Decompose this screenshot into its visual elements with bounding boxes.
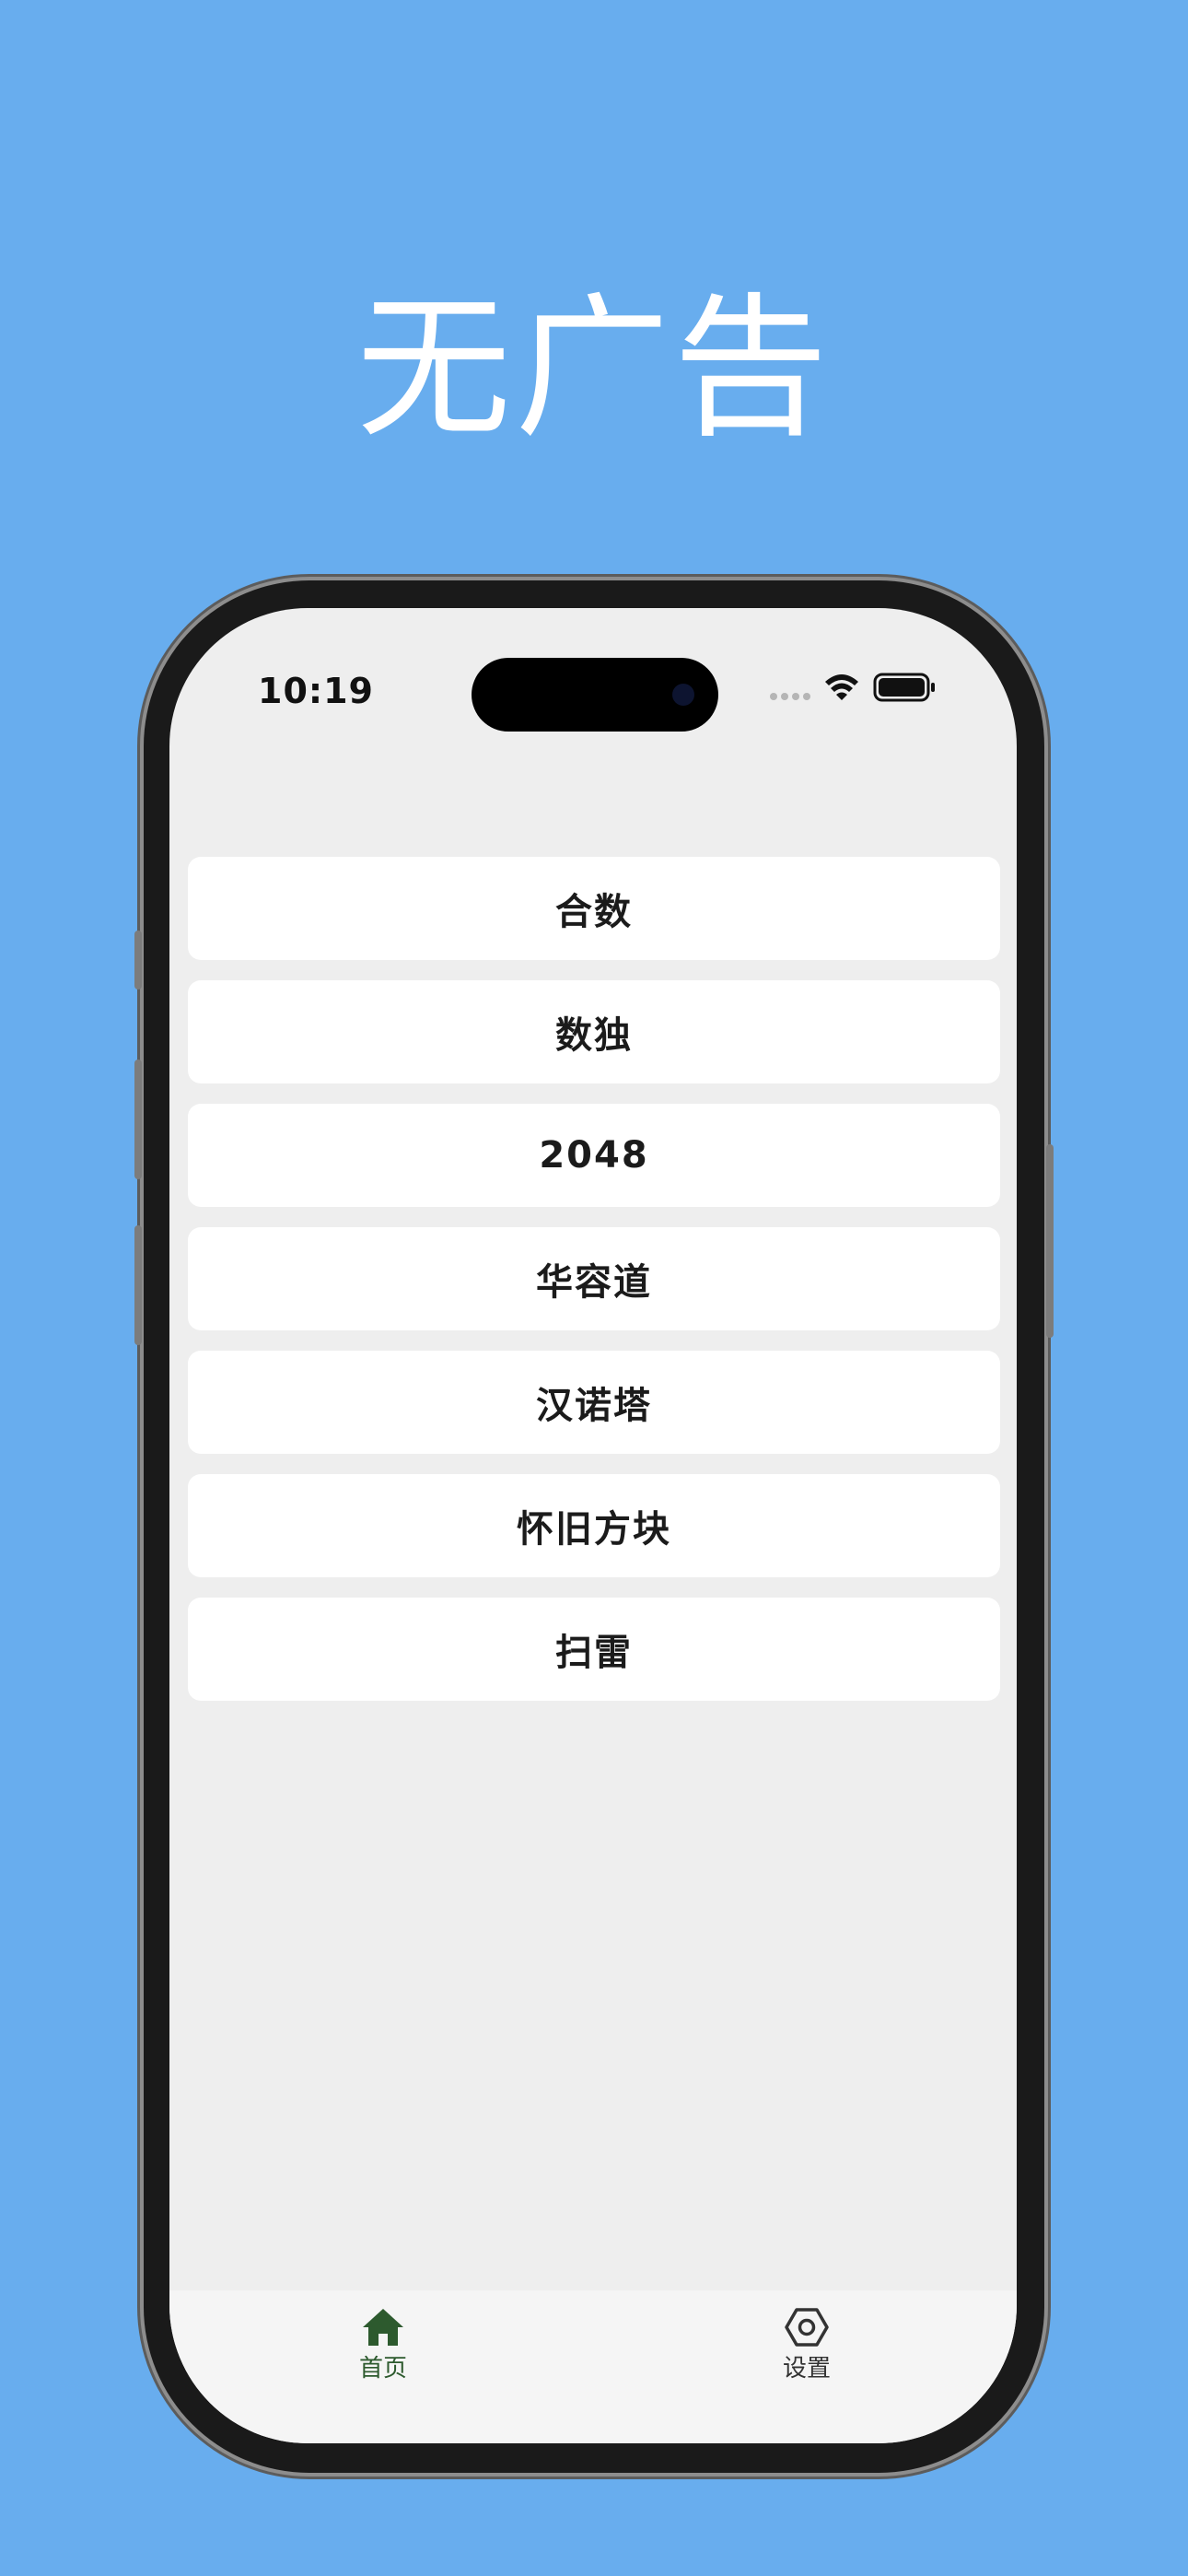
promo-headline: 无广告 <box>356 278 832 459</box>
battery-icon <box>873 673 935 702</box>
power-button <box>1046 1144 1054 1338</box>
tab-settings-label: 设置 <box>782 2355 831 2383</box>
tab-home[interactable]: 首页 <box>309 2307 457 2383</box>
tab-bar: 首页 设置 <box>169 2290 1017 2443</box>
volume-up-button <box>134 1060 142 1179</box>
menu-item-sudoku[interactable]: 数独 <box>188 980 1000 1083</box>
status-time: 10:19 <box>258 671 374 711</box>
menu-item-klotski[interactable]: 华容道 <box>188 1227 1000 1330</box>
tab-home-label: 首页 <box>358 2355 407 2383</box>
phone-screen: 10:19 合数 数独 2048 华容道 汉诺塔 怀旧方块 扫雷 首页 设置 <box>169 608 1017 2443</box>
wifi-icon <box>825 674 858 700</box>
status-icons <box>764 669 939 709</box>
game-menu: 合数 数独 2048 华容道 汉诺塔 怀旧方块 扫雷 <box>188 857 1000 1721</box>
menu-item-2048[interactable]: 2048 <box>188 1104 1000 1207</box>
tab-settings[interactable]: 设置 <box>733 2307 880 2383</box>
menu-item-hesu[interactable]: 合数 <box>188 857 1000 960</box>
settings-hex-icon <box>785 2308 829 2347</box>
volume-down-button <box>134 1225 142 1345</box>
action-button <box>134 931 142 989</box>
menu-item-retro-blocks[interactable]: 怀旧方块 <box>188 1474 1000 1577</box>
status-bar: 10:19 <box>169 608 1017 737</box>
front-camera-icon <box>672 684 694 706</box>
menu-item-hanoi[interactable]: 汉诺塔 <box>188 1351 1000 1454</box>
menu-item-minesweeper[interactable]: 扫雷 <box>188 1598 1000 1701</box>
home-icon <box>363 2309 403 2346</box>
dynamic-island <box>472 658 718 732</box>
phone-frame: 10:19 合数 数独 2048 华容道 汉诺塔 怀旧方块 扫雷 首页 设置 <box>134 580 1054 2473</box>
signal-dots-icon <box>770 693 810 700</box>
